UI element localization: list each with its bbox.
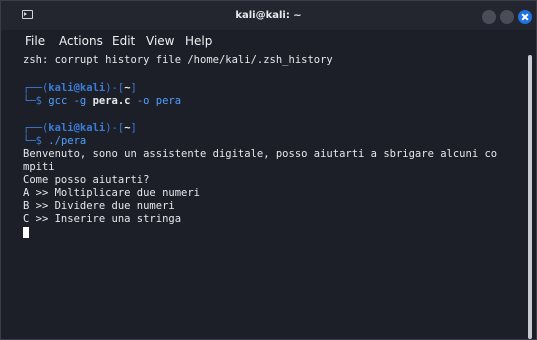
menu-edit[interactable]: Edit	[112, 34, 135, 48]
prompt-host-2: kali	[79, 122, 106, 134]
menu-actions[interactable]: Actions	[59, 34, 103, 48]
command-gcc: gcc -g	[48, 95, 93, 107]
window-title: kali@kali: ~	[235, 10, 302, 21]
maximize-button[interactable]	[500, 10, 514, 24]
output-line-5: B >> Dividere due numeri	[23, 200, 175, 212]
output-line-1: Benvenuto, sono un assistente digitale, …	[23, 148, 498, 160]
close-button[interactable]	[518, 10, 532, 24]
prompt-line-2: ┌──(kali@kali)-[~]	[23, 122, 137, 134]
command-file: pera.c	[92, 95, 131, 107]
output-line-2: mpiti	[23, 161, 55, 173]
terminal-output[interactable]: zsh: corrupt history file /home/kali/.zs…	[1, 52, 524, 339]
command-gcc-output: -o pera	[130, 95, 182, 107]
prompt-line-1: ┌──(kali@kali)-[~]	[23, 82, 137, 94]
output-line-6: C >> Inserire una stringa	[23, 213, 182, 225]
terminal-window: kali@kali: ~ File Actions Edit View Help…	[0, 0, 537, 340]
menu-help[interactable]: Help	[185, 34, 212, 48]
prompt-user-2: kali	[48, 122, 74, 134]
prompt-host: kali	[79, 82, 106, 94]
output-line-3: Come posso aiutarti?	[23, 174, 150, 186]
command-line-2: └─$ ./pera	[23, 135, 87, 147]
command-line-1: └─$ gcc -g pera.c -o pera	[23, 95, 182, 107]
menu-file[interactable]: File	[25, 34, 45, 48]
text-cursor	[23, 227, 29, 238]
prompt-user: kali	[48, 82, 74, 94]
command-run: ./pera	[48, 135, 87, 147]
menu-view[interactable]: View	[146, 34, 174, 48]
menu-bar: File Actions Edit View Help	[1, 30, 536, 52]
output-line-4: A >> Moltiplicare due numeri	[23, 187, 201, 199]
minimize-button[interactable]	[482, 10, 496, 24]
history-warning: zsh: corrupt history file /home/kali/.zs…	[23, 54, 333, 66]
title-bar[interactable]: kali@kali: ~	[1, 1, 536, 30]
scrollbar[interactable]	[528, 55, 532, 339]
